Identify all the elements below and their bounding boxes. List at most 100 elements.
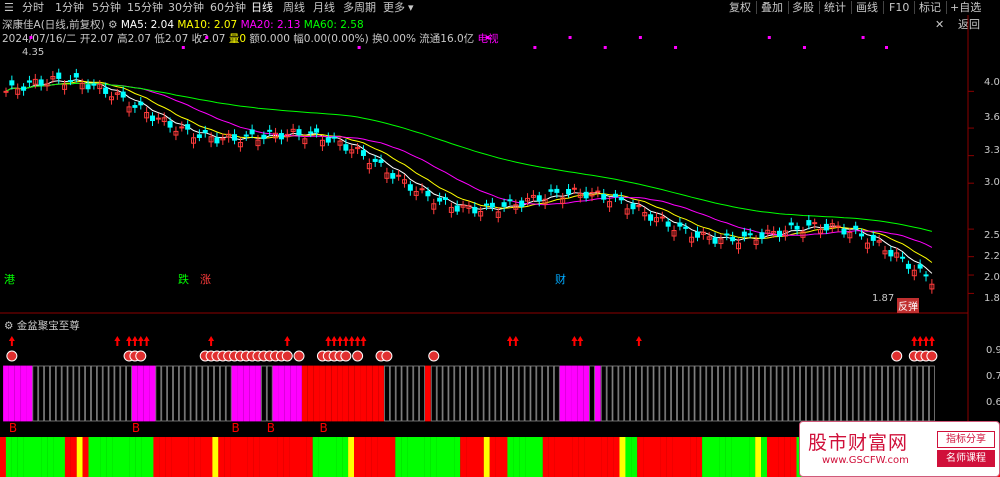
candle-body [806, 220, 812, 226]
indicator-bar [600, 365, 607, 422]
candle-body [85, 84, 91, 90]
strip-bar [613, 437, 620, 477]
strip-bar [0, 437, 6, 477]
arrow-up-icon [577, 336, 584, 346]
indicator-bar [477, 365, 484, 422]
price-axis [968, 90, 974, 294]
indicator-bar [571, 365, 578, 422]
strip-bar [625, 437, 632, 477]
ma5-line [5, 79, 933, 274]
candle-body [3, 90, 9, 93]
indicator-bar [184, 365, 191, 422]
price-tick: 2.0 [984, 272, 1000, 283]
signal-ball [293, 350, 305, 362]
indicator-bar [14, 365, 21, 422]
arrow-up-icon [137, 336, 144, 346]
indicator-bar [899, 365, 906, 422]
indicator-bar [723, 365, 730, 422]
ma-lines [5, 79, 933, 274]
indicator-bar [178, 365, 185, 422]
watermark-tag-course[interactable]: 名师课程 [937, 450, 995, 467]
strip-bar [118, 437, 124, 477]
strip-bar [477, 437, 484, 477]
strip-bar [436, 437, 443, 477]
candle-body [179, 126, 185, 129]
indicator-bar [501, 365, 508, 422]
indicator-settings-icon[interactable]: ⚙ [4, 320, 13, 332]
indicator-bar [196, 365, 203, 422]
indicator-bar [923, 365, 929, 422]
candle-body [267, 129, 273, 132]
candle-body [120, 91, 126, 98]
candle-body [67, 80, 73, 83]
signal-ball [340, 350, 352, 362]
strip-bar [631, 437, 638, 477]
candle-body [314, 128, 320, 133]
buy-label: B [267, 421, 275, 435]
price-chart[interactable]: BBBBB [0, 0, 1000, 477]
candle-body [917, 264, 923, 269]
indicator-bar [928, 365, 935, 422]
signal-ball [381, 350, 393, 362]
indicator-bar [237, 365, 244, 422]
candle-body [243, 134, 249, 137]
strip-bar [407, 437, 414, 477]
indicator-bar [659, 365, 666, 422]
strip-bar [159, 437, 166, 477]
indicator-bar [677, 365, 683, 422]
candle-body [21, 86, 27, 91]
strip-bar [536, 437, 543, 477]
candle-body [870, 234, 876, 241]
indicator-bar [647, 365, 654, 422]
indicator-bar [823, 365, 830, 422]
indicator-bar [243, 365, 250, 422]
strip-bar [749, 437, 756, 477]
low-price-mark: 1.87 [872, 293, 895, 304]
watermark-tag-share[interactable]: 指标分享 [937, 431, 995, 448]
candle-body [396, 174, 402, 177]
strip-bar [318, 437, 325, 477]
candle-body [730, 236, 736, 242]
ind-tick: 0.6 [986, 397, 1000, 408]
strip-bar [29, 437, 36, 477]
candle-body [308, 131, 314, 134]
strip-bar [696, 437, 703, 477]
indicator-bar [729, 365, 736, 422]
indicator-bar [383, 365, 390, 422]
price-tick: 3.0 [984, 177, 1000, 188]
indicator-bar [917, 365, 924, 422]
strip-bar [778, 437, 785, 477]
strip-bar [448, 437, 455, 477]
indicator-bar [688, 365, 695, 422]
strip-bar [418, 437, 425, 477]
indicator-bar [91, 365, 97, 422]
indicator-bar [219, 365, 226, 422]
strip-bar [755, 437, 762, 477]
indicator-bar [846, 365, 853, 422]
candle-body [343, 144, 349, 151]
strip-bar [513, 437, 520, 477]
candle-body [835, 225, 841, 228]
strip-bar [678, 437, 685, 477]
indicator-bar [290, 365, 297, 422]
candle-body [202, 130, 208, 133]
top-dot [638, 36, 642, 39]
buy-label: B [319, 421, 327, 435]
strip-bar [684, 437, 691, 477]
strip-bar [247, 437, 254, 477]
strip-bar [330, 437, 337, 477]
indicator-bar [548, 365, 554, 422]
candle-body [331, 136, 337, 139]
indicator-bar [67, 365, 74, 422]
indicator-bar [32, 365, 39, 422]
indicator-bar [882, 365, 888, 422]
indicator-bar [173, 365, 179, 422]
signal-ball [926, 350, 938, 362]
indicator-title: ⚙ 金盆聚宝至尊 [4, 320, 80, 332]
strip-bar [531, 437, 537, 477]
signal-ball [352, 350, 364, 362]
candle-body [73, 73, 79, 78]
indicator-bar [225, 365, 232, 422]
indicator-bar [712, 365, 718, 422]
strip-bar [11, 437, 18, 477]
